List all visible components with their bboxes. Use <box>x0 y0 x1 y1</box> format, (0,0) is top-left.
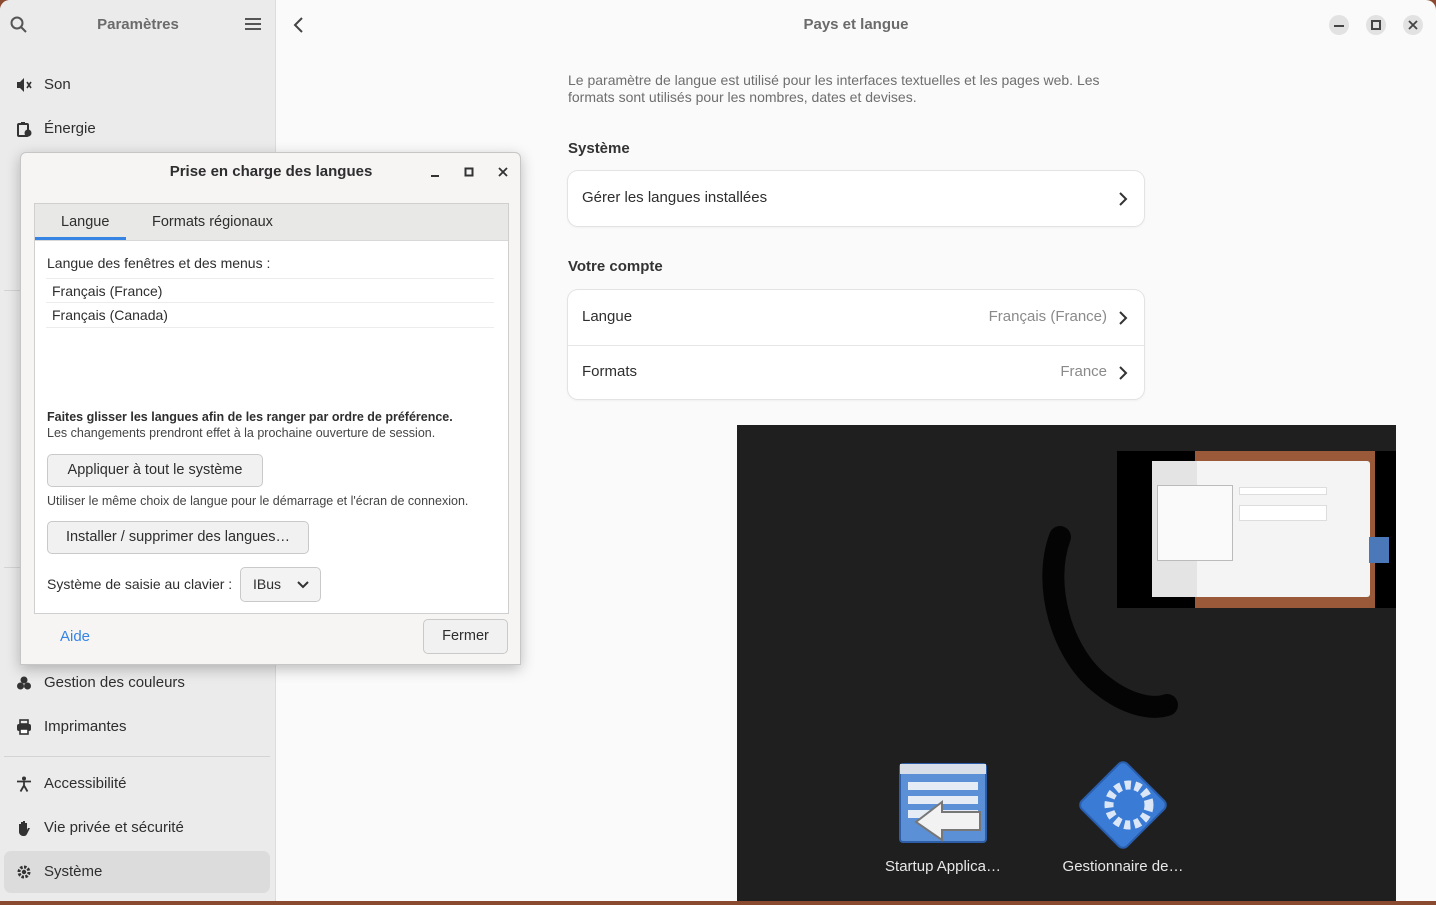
section-system-title: Système <box>568 140 630 157</box>
gear-icon <box>17 865 31 879</box>
chevron-right-icon <box>1119 366 1128 380</box>
maximize-icon[interactable] <box>462 165 476 179</box>
apply-hint: Utiliser le même choix de langue pour le… <box>47 494 469 508</box>
hand-icon <box>19 821 30 836</box>
language-value: Français (France) <box>988 308 1107 325</box>
active-tab-indicator <box>35 237 126 240</box>
input-method-value: IBus <box>253 576 282 592</box>
tab-langue[interactable]: Langue <box>61 214 109 230</box>
window-thumbnail[interactable] <box>1117 451 1396 608</box>
speaker-icon <box>17 78 32 92</box>
close-icon[interactable] <box>496 165 510 179</box>
minimize-button[interactable] <box>1329 15 1349 35</box>
language-name: Français (Canada) <box>52 307 168 323</box>
install-remove-languages-button[interactable]: Installer / supprimer des langues… <box>47 521 309 554</box>
maximize-icon <box>1371 20 1381 30</box>
sidebar-item-energie[interactable]: Énergie <box>4 108 270 150</box>
close-dialog-button[interactable]: Fermer <box>423 619 508 654</box>
sidebar-item-label: Système <box>44 863 103 880</box>
input-method-select[interactable]: IBus <box>240 567 321 602</box>
dialog-title: Prise en charge des langues <box>169 163 373 180</box>
app-label: Gestionnaire de… <box>1062 858 1184 875</box>
startup-applications-icon <box>899 763 987 843</box>
chevron-right-icon <box>1119 192 1128 206</box>
battery-icon <box>17 122 32 137</box>
sidebar-item-vie-privee[interactable]: Vie privée et sécurité <box>4 807 270 849</box>
printer-icon <box>17 719 31 735</box>
sidebar-item-accessibilite[interactable]: Accessibilité <box>4 763 270 805</box>
formats-value: France <box>1060 363 1107 380</box>
input-method-label: Système de saisie au clavier : <box>47 576 233 592</box>
thumbnail-card <box>1239 487 1327 495</box>
language-label: Langue <box>582 308 633 325</box>
language-description: Le paramètre de langue est utilisé pour … <box>568 72 1100 105</box>
sidebar-header: Paramètres <box>0 0 276 48</box>
tab-formats-regionaux[interactable]: Formats régionaux <box>152 214 273 230</box>
help-link[interactable]: Aide <box>60 628 90 645</box>
settings-manager-icon <box>1079 761 1167 849</box>
drag-hint: Faites glisser les langues afin de les r… <box>47 410 453 424</box>
close-button[interactable] <box>1403 15 1423 35</box>
sidebar-item-label: Imprimantes <box>44 718 127 735</box>
language-name: Français (France) <box>52 283 163 299</box>
thumbnail-card <box>1239 505 1327 521</box>
app-label: Startup Applica… <box>885 858 1001 875</box>
list-item[interactable]: Français (France) <box>46 278 494 303</box>
account-card: Langue Français (France) Formats France <box>568 290 1144 399</box>
tab-bar: Langue Formats régionaux <box>35 204 508 241</box>
language-row[interactable]: Langue Français (France) <box>568 290 1144 346</box>
sidebar-item-systeme[interactable]: Système <box>4 851 270 893</box>
dialog-panel: Langue Formats régionaux Langue des fenê… <box>34 203 509 614</box>
session-hint: Les changements prendront effet à la pro… <box>47 426 436 440</box>
thumbnail-dialog <box>1157 485 1233 561</box>
menu-icon[interactable] <box>245 17 261 31</box>
color-icon <box>17 676 31 690</box>
thumbnail-strip <box>1369 537 1389 563</box>
sidebar-item-label: Énergie <box>44 120 96 137</box>
list-item[interactable]: Français (Canada) <box>46 303 494 328</box>
chevron-down-icon <box>297 581 309 589</box>
minimize-icon[interactable] <box>428 165 442 179</box>
formats-label: Formats <box>582 363 638 380</box>
language-support-dialog: Prise en charge des langues Langue Forma… <box>20 152 521 665</box>
apply-system-wide-button[interactable]: Appliquer à tout le système <box>47 454 263 487</box>
minimize-icon <box>1334 25 1344 27</box>
menu-language-label: Langue des fenêtres et des menus : <box>47 255 271 271</box>
chevron-right-icon <box>1119 311 1128 325</box>
sidebar-item-son[interactable]: Son <box>4 64 270 106</box>
sidebar-item-imprimantes[interactable]: Imprimantes <box>4 706 270 748</box>
sidebar-item-label: Son <box>44 76 71 93</box>
page-title: Pays et langue <box>803 16 909 33</box>
sidebar-item-label: Gestion des couleurs <box>44 674 185 691</box>
accessibility-icon <box>17 776 31 792</box>
sidebar-title: Paramètres <box>97 16 179 33</box>
system-card: Gérer les langues installées <box>568 171 1144 226</box>
sidebar-item-label: Accessibilité <box>44 775 127 792</box>
maximize-button[interactable] <box>1366 15 1386 35</box>
sidebar-item-label: Vie privée et sécurité <box>44 819 184 836</box>
sidebar-item-couleurs[interactable]: Gestion des couleurs <box>4 662 270 704</box>
settings-window: Paramètres Son Énergie Gestion des coule… <box>0 0 1436 901</box>
section-account-title: Votre compte <box>568 258 663 275</box>
sidebar-separator <box>4 756 270 757</box>
close-icon <box>1408 20 1418 30</box>
manage-languages-row[interactable]: Gérer les langues installées <box>568 171 1144 226</box>
formats-row[interactable]: Formats France <box>568 345 1144 400</box>
manage-languages-label: Gérer les langues installées <box>582 189 768 206</box>
